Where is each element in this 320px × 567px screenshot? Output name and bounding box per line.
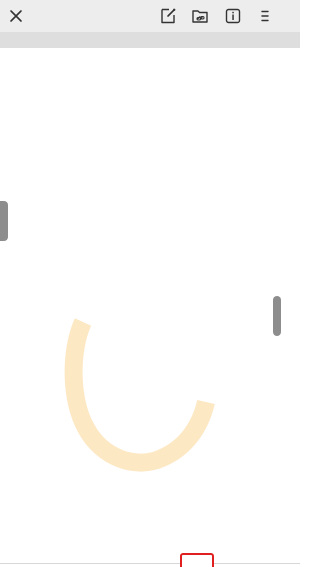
- right-scroll-handle[interactable]: [273, 296, 281, 336]
- close-button[interactable]: [5, 5, 27, 27]
- folder-link-button[interactable]: [189, 5, 211, 27]
- info-button[interactable]: [222, 5, 244, 27]
- app-screen: [0, 0, 300, 567]
- highlight-box[interactable]: [180, 553, 214, 567]
- close-icon: [10, 10, 22, 22]
- loading-spinner-icon: [64, 318, 215, 472]
- secondary-bar: [0, 32, 300, 48]
- bottom-divider: [0, 563, 300, 564]
- menu-icon: [261, 10, 269, 22]
- top-toolbar: [0, 0, 300, 32]
- folder-link-icon: [192, 10, 208, 23]
- left-drag-handle[interactable]: [0, 201, 8, 241]
- edit-note-icon: [161, 8, 176, 24]
- edit-note-button[interactable]: [157, 5, 179, 27]
- menu-button[interactable]: [254, 5, 276, 27]
- info-icon: [225, 8, 241, 24]
